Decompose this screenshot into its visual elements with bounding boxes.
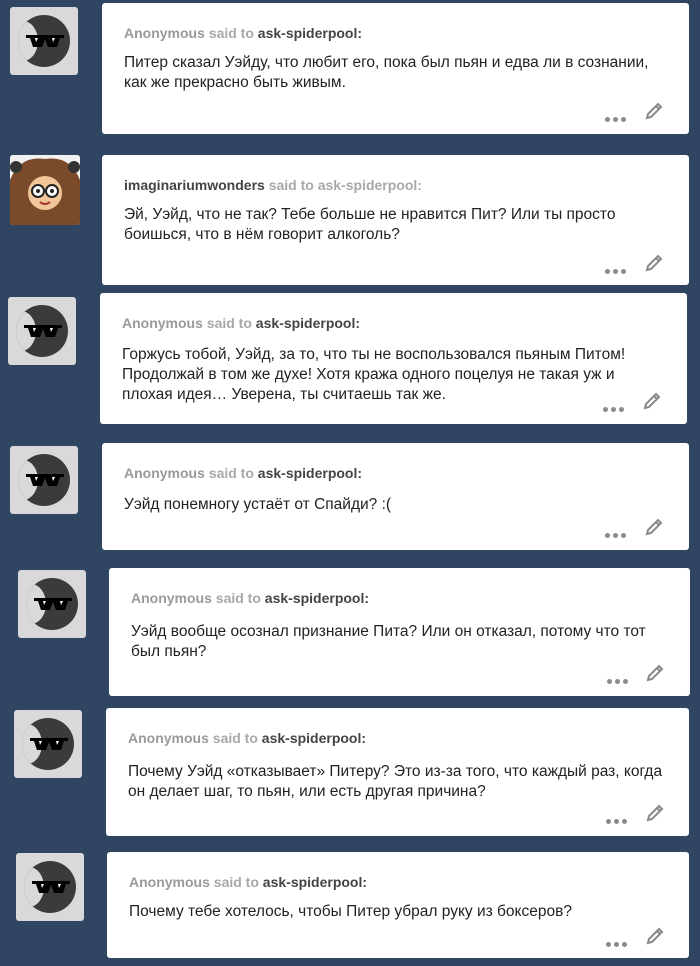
asker-name[interactable]: Anonymous <box>129 874 210 890</box>
asker-name[interactable]: Anonymous <box>124 25 205 41</box>
more-dots-icon[interactable] <box>606 811 630 829</box>
ask-message: Уэйд вообще осознал признание Пита? Или … <box>131 623 646 660</box>
pencil-edit-icon[interactable] <box>642 391 662 411</box>
ask-card: Anonymous said to ask-spiderpool: Питер … <box>102 3 689 134</box>
anonymous-avatar[interactable] <box>16 853 84 921</box>
recipient-name[interactable]: ask-spiderpool: <box>258 25 362 41</box>
recipient-name[interactable]: ask-spiderpool: <box>258 465 362 481</box>
ask-header: Anonymous said to ask-spiderpool: <box>122 315 360 331</box>
sunglasses-icon <box>26 35 64 47</box>
ask-message: Почему тебе хотелось, чтобы Питер убрал … <box>129 903 572 920</box>
imaginariumwonders-avatar[interactable] <box>10 155 80 225</box>
pencil-edit-icon[interactable] <box>644 253 664 273</box>
sunglasses-icon <box>30 738 68 750</box>
recipient-name[interactable]: ask-spiderpool: <box>262 730 366 746</box>
ask-message: Питер сказал Уэйду, что любит его, пока … <box>124 54 649 91</box>
more-dots-icon[interactable] <box>603 399 627 417</box>
ask-message: Почему Уэйд «отказывает» Питеру? Это из-… <box>128 763 663 800</box>
asker-name[interactable]: Anonymous <box>131 590 212 606</box>
ask-card: Anonymous said to ask-spiderpool: Почему… <box>107 852 689 958</box>
sunglasses-icon <box>24 325 62 337</box>
more-dots-icon[interactable] <box>605 261 629 279</box>
ask-header: imaginariumwonders said to ask-spiderpoo… <box>124 177 422 193</box>
more-dots-icon[interactable] <box>605 525 629 543</box>
pencil-edit-icon[interactable] <box>645 663 665 683</box>
pencil-edit-icon[interactable] <box>645 803 665 823</box>
ask-header: Anonymous said to ask-spiderpool: <box>124 25 362 41</box>
said-to-text: said to <box>209 874 263 890</box>
ask-message: Уэйд понемногу устаёт от Спайди? :( <box>124 496 392 513</box>
asker-name[interactable]: imaginariumwonders <box>124 177 265 193</box>
recipient-name[interactable]: ask-spiderpool: <box>318 177 422 193</box>
ask-message: Горжусь тобой, Уэйд, за то, что ты не во… <box>122 346 626 403</box>
sunglasses-icon <box>32 881 70 893</box>
pencil-edit-icon[interactable] <box>645 926 665 946</box>
ask-card: Anonymous said to ask-spiderpool: Горжус… <box>100 293 687 424</box>
ask-header: Anonymous said to ask-spiderpool: <box>128 730 366 746</box>
ask-header: Anonymous said to ask-spiderpool: <box>129 874 367 890</box>
sunglasses-icon <box>34 598 72 610</box>
anonymous-avatar[interactable] <box>10 446 78 514</box>
said-to-text: said to <box>204 465 258 481</box>
asker-name[interactable]: Anonymous <box>128 730 209 746</box>
ask-card: Anonymous said to ask-spiderpool: Почему… <box>106 708 689 836</box>
recipient-name[interactable]: ask-spiderpool: <box>256 315 360 331</box>
sunglasses-icon <box>26 474 64 486</box>
anonymous-avatar[interactable] <box>14 710 82 778</box>
asker-name[interactable]: Anonymous <box>122 315 203 331</box>
said-to-text: said to <box>202 315 256 331</box>
ask-header: Anonymous said to ask-spiderpool: <box>124 465 362 481</box>
pencil-edit-icon[interactable] <box>644 517 664 537</box>
pencil-edit-icon[interactable] <box>644 101 664 121</box>
ask-card: imaginariumwonders said to ask-spiderpoo… <box>102 155 689 285</box>
said-to-text: said to <box>264 177 318 193</box>
said-to-text: said to <box>211 590 265 606</box>
more-dots-icon[interactable] <box>607 671 631 689</box>
anonymous-avatar[interactable] <box>10 7 78 75</box>
ask-card: Anonymous said to ask-spiderpool: Уэйд п… <box>102 443 689 550</box>
character-avatar-icon <box>10 155 80 225</box>
anonymous-avatar[interactable] <box>8 297 76 365</box>
ask-header: Anonymous said to ask-spiderpool: <box>131 590 369 606</box>
asker-name[interactable]: Anonymous <box>124 465 205 481</box>
ask-message: Эй, Уэйд, что не так? Тебе больше не нра… <box>124 206 616 243</box>
recipient-name[interactable]: ask-spiderpool: <box>265 590 369 606</box>
anonymous-avatar[interactable] <box>18 570 86 638</box>
ask-card: Anonymous said to ask-spiderpool: Уэйд в… <box>109 568 690 696</box>
more-dots-icon[interactable] <box>606 934 630 952</box>
said-to-text: said to <box>204 25 258 41</box>
recipient-name[interactable]: ask-spiderpool: <box>263 874 367 890</box>
more-dots-icon[interactable] <box>605 109 629 127</box>
said-to-text: said to <box>208 730 262 746</box>
